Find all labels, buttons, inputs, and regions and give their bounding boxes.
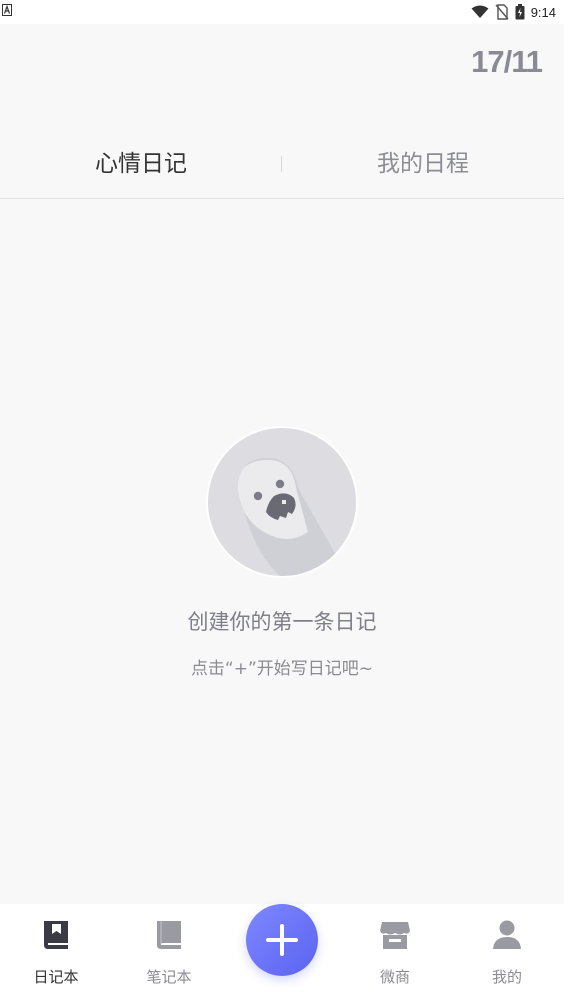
nav-label-diary: 日记本 bbox=[33, 968, 79, 986]
notebook-icon bbox=[157, 921, 181, 949]
nav-label-notebook: 笔记本 bbox=[146, 968, 192, 986]
wifi-icon bbox=[471, 5, 489, 18]
notification-a-icon bbox=[2, 4, 12, 16]
bottom-nav: 日记本 笔记本 微商 我的 bbox=[0, 904, 564, 1002]
plus-icon bbox=[266, 924, 298, 956]
store-icon bbox=[380, 922, 410, 949]
nav-item-diary[interactable]: 日记本 bbox=[6, 918, 106, 987]
empty-state-subtitle: 点击“+”开始写日记吧~ bbox=[190, 659, 374, 679]
person-icon bbox=[493, 920, 521, 949]
status-time: 9:14 bbox=[530, 4, 556, 20]
battery-icon bbox=[515, 4, 525, 20]
nav-item-store[interactable]: 微商 bbox=[345, 918, 445, 987]
date-badge: 17/11 bbox=[471, 44, 543, 79]
nav-item-mine[interactable]: 我的 bbox=[457, 918, 557, 987]
empty-state-title: 创建你的第一条日记 bbox=[187, 610, 377, 634]
add-diary-button[interactable] bbox=[246, 904, 318, 976]
nav-item-notebook[interactable]: 笔记本 bbox=[119, 918, 219, 987]
status-bar: 9:14 bbox=[0, 0, 564, 24]
tab-bar: 心情日记 我的日程 bbox=[0, 140, 564, 199]
tab-mood-diary[interactable]: 心情日记 bbox=[0, 140, 282, 188]
ghost-illustration bbox=[208, 428, 356, 576]
nav-label-store: 微商 bbox=[379, 968, 410, 986]
tab-my-schedule[interactable]: 我的日程 bbox=[282, 140, 564, 188]
nav-label-mine: 我的 bbox=[491, 968, 522, 986]
diary-book-icon bbox=[44, 921, 68, 949]
no-sim-icon bbox=[495, 4, 509, 20]
